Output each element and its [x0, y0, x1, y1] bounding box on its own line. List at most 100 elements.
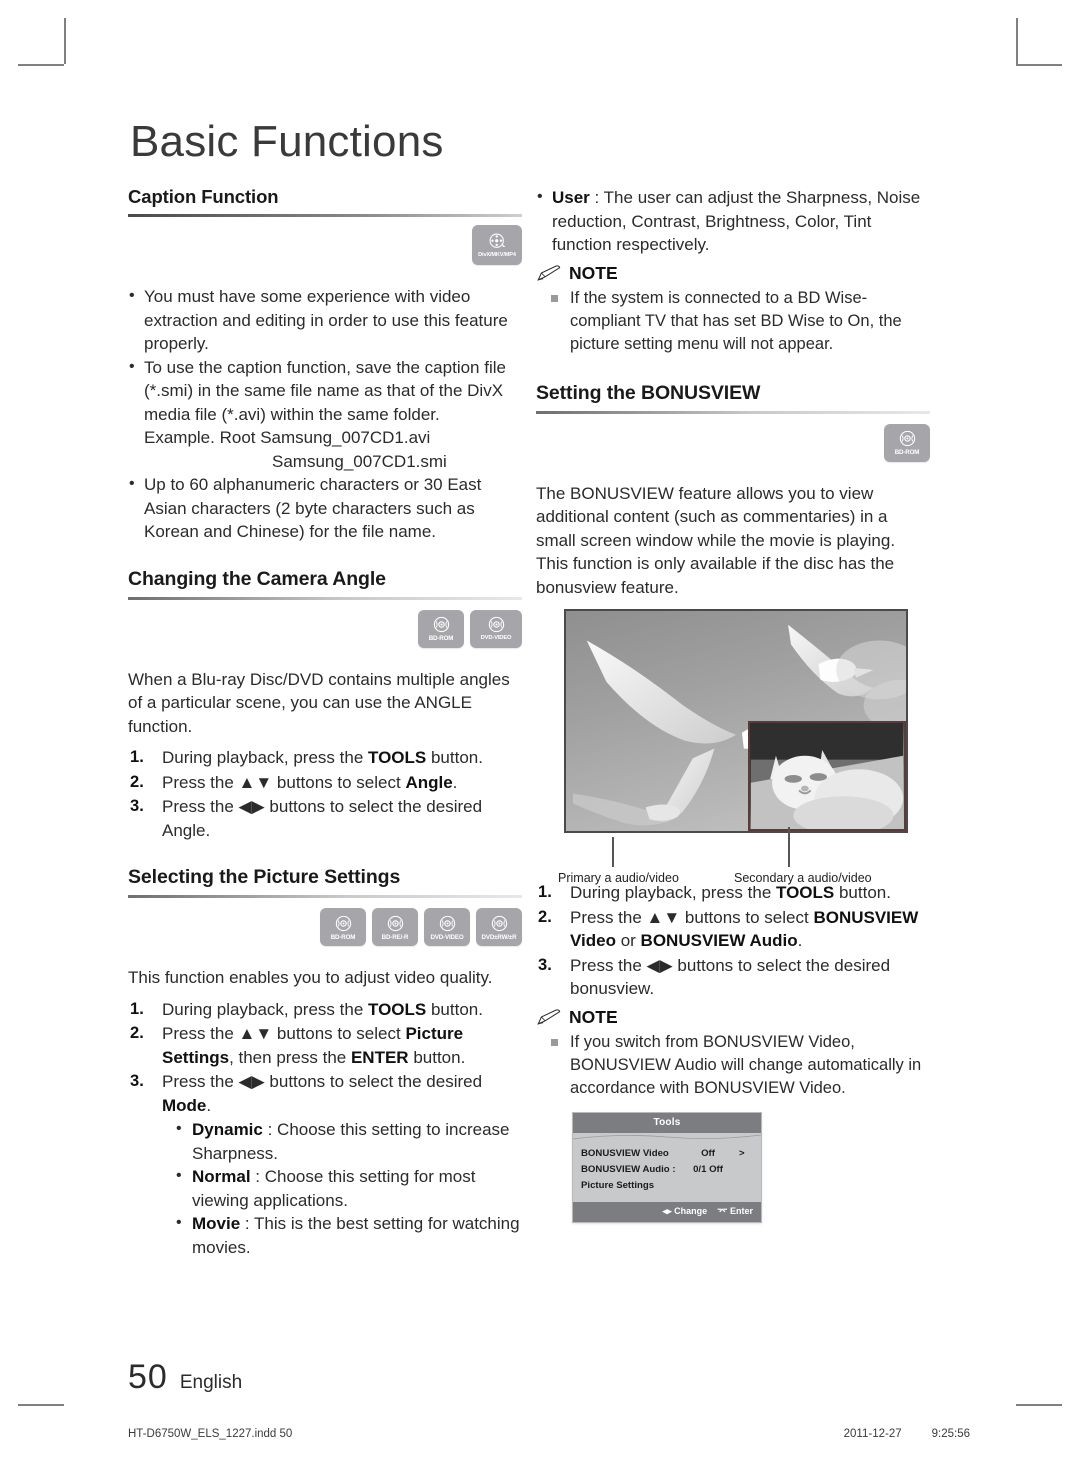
primary-video-image	[564, 609, 908, 833]
heading-rule	[128, 214, 522, 217]
bd-re-r-badge: BD-RE/-R	[372, 908, 418, 946]
disc-icon	[488, 616, 504, 633]
leader-line-secondary	[788, 827, 790, 867]
step-text-post: .	[452, 772, 458, 792]
crop-mark-top-right-vertical	[1016, 18, 1018, 64]
dvd-video-badge: DVD-VIDEO	[424, 908, 470, 946]
step-item: During playback, press the TOOLS button.	[128, 746, 522, 770]
list-item: You must have some experience with video…	[128, 284, 522, 356]
note-list-1: If the system is connected to a BD Wise-…	[550, 287, 930, 356]
note-heading: NOTE	[536, 1007, 930, 1028]
wave-shape	[573, 1134, 761, 1142]
list-item: Dynamic : Choose this setting to increas…	[176, 1117, 522, 1165]
badge-label: BD-ROM	[894, 449, 920, 456]
step-text-post: .	[206, 1095, 212, 1115]
crop-mark-top-left-vertical	[64, 18, 66, 64]
disc-icon	[899, 430, 915, 447]
step-text-mid: or	[615, 931, 641, 950]
bonusview-intro: The BONUSVIEW feature allows you to view…	[536, 483, 896, 597]
disc-icon	[387, 915, 403, 931]
dvd-rw-r-badge: DVD±RW/±R	[476, 908, 522, 946]
step-text-post: .	[797, 931, 803, 950]
bd-rom-badge: BD-ROM	[418, 609, 464, 648]
page-footer: 50 English	[128, 1358, 242, 1397]
crop-mark-top-left-horizontal	[18, 64, 64, 66]
step-text-pre: Press the ▲▼ buttons to select	[162, 1024, 406, 1043]
secondary-video-pip	[748, 721, 906, 831]
osd-row-picture-settings[interactable]: Picture Settings	[581, 1178, 753, 1194]
step-text-bold: TOOLS	[368, 999, 427, 1019]
osd-footer: ◂▸ Change ⌤ Enter	[573, 1201, 761, 1222]
step-text-post: button.	[834, 883, 891, 902]
crop-mark-bottom-right-horizontal	[1016, 1404, 1062, 1406]
heading-rule	[536, 410, 930, 414]
badge-row-caption-function: DivX/MKV/MP4	[128, 225, 522, 265]
example-line-2: Samsung_007CD1.smi	[272, 451, 447, 471]
osd-enter-hint: ⌤ Enter	[717, 1205, 753, 1216]
osd-row-label: BONUSVIEW Audio :	[581, 1163, 676, 1175]
caption-function-bullets: You must have some experience with video…	[128, 284, 522, 544]
camera-angle-steps: During playback, press the TOOLS button.…	[128, 746, 522, 842]
bd-rom-badge: BD-ROM	[884, 423, 930, 462]
list-item: User : The user can adjust the Sharpness…	[536, 185, 930, 257]
bonusview-figure: Primary a audio/video Secondary a audio/…	[536, 609, 930, 885]
section-heading-camera-angle: Changing the Camera Angle	[128, 567, 386, 590]
osd-row-value: 0/1 Off	[693, 1163, 723, 1175]
picture-settings-intro: This function enables you to adjust vide…	[128, 968, 493, 987]
dvd-video-badge: DVD-VIDEO	[470, 609, 522, 648]
osd-row-value: Off	[701, 1147, 715, 1159]
film-reel-icon	[489, 233, 505, 248]
step-item: Press the ◀▶ buttons to select the desir…	[536, 954, 930, 1001]
osd-row-label: Picture Settings	[581, 1179, 655, 1191]
imprint-timestamp: 2011-12-27 9:25:56	[844, 1428, 970, 1440]
list-item: To use the caption function, save the ca…	[128, 355, 522, 474]
chapter-title: Basic Functions	[130, 117, 444, 166]
step-text-mid: , then press the	[229, 1047, 351, 1067]
badge-label: DVD-VIDEO	[430, 933, 464, 941]
right-column: User : The user can adjust the Sharpness…	[536, 185, 930, 1223]
step-text-bold: Mode	[162, 1095, 207, 1115]
badge-label: DVD-VIDEO	[480, 635, 512, 641]
osd-row-bonusview-audio[interactable]: BONUSVIEW Audio : 0/1 Off	[581, 1162, 753, 1178]
badge-row-bonusview: BD-ROM	[536, 423, 930, 462]
step-text-bold2: ENTER	[350, 1047, 409, 1067]
list-item: Normal : Choose this setting for most vi…	[176, 1164, 522, 1212]
mode-desc: : This is the best setting for watching …	[192, 1214, 520, 1257]
picture-settings-steps: During playback, press the TOOLS button.…	[128, 998, 522, 1260]
step-item: During playback, press the TOOLS button.	[536, 881, 930, 905]
badge-label: BD-ROM	[428, 635, 454, 642]
osd-row-bonusview-video[interactable]: BONUSVIEW Video Off >	[581, 1146, 753, 1162]
step-text-bold: TOOLS	[776, 883, 835, 902]
step-item: Press the ▲▼ buttons to select Picture S…	[128, 1022, 522, 1069]
list-item: Up to 60 alphanumeric characters or 30 E…	[128, 472, 522, 544]
imprint-filename: HT-D6750W_ELS_1227.indd 50	[128, 1428, 293, 1440]
list-item: If you switch from BONUSVIEW Video, BONU…	[550, 1031, 930, 1100]
step-text-pre: Press the ▲▼ buttons to select	[162, 772, 406, 792]
camera-angle-intro: When a Blu-ray Disc/DVD contains multipl…	[128, 669, 510, 736]
picture-mode-list: Dynamic : Choose this setting to increas…	[176, 1117, 522, 1259]
left-column: Caption Function DivX/MKV/MP4 You must h…	[128, 186, 522, 1260]
bd-rom-badge: BD-ROM	[320, 908, 366, 946]
pencil-icon	[537, 265, 561, 281]
step-text-bold: Angle	[405, 772, 453, 792]
step-text-pre: Press the ▲▼ buttons to select	[570, 907, 814, 927]
imprint-date: 2011-12-27	[843, 1428, 902, 1440]
osd-change-label: Change	[674, 1205, 708, 1216]
mode-name: Normal	[192, 1167, 251, 1186]
mode-desc: : The user can adjust the Sharpness, Noi…	[552, 188, 921, 254]
step-item: Press the ▲▼ buttons to select BONUSVIEW…	[536, 906, 930, 953]
step-text-pre: Press the ◀▶ buttons to select the desir…	[162, 797, 483, 840]
step-text-bold: TOOLS	[368, 748, 427, 767]
step-text-pre: During playback, press the	[162, 999, 368, 1019]
step-text-post: button.	[426, 748, 483, 767]
pencil-icon	[537, 1009, 561, 1025]
step-text-post: button.	[426, 999, 483, 1019]
crop-mark-bottom-left-horizontal	[18, 1404, 64, 1406]
mode-name: Dynamic	[192, 1120, 263, 1139]
osd-row-label: BONUSVIEW Video	[581, 1147, 669, 1159]
note-label: NOTE	[569, 262, 618, 283]
section-heading-bonusview: Setting the BONUSVIEW	[536, 381, 761, 404]
step-text-pre: During playback, press the	[570, 883, 776, 902]
osd-enter-label: Enter	[729, 1205, 753, 1216]
osd-arrow-right[interactable]: >	[739, 1147, 753, 1161]
